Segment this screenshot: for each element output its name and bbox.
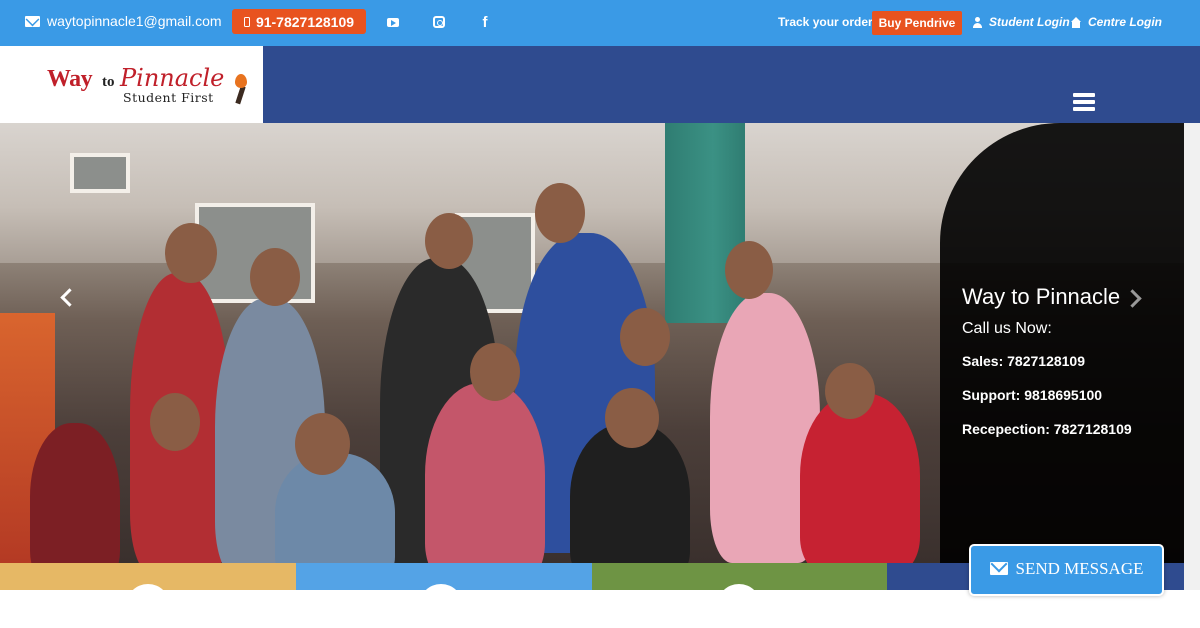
hero-support-number[interactable]: Support: 9818695100 (962, 387, 1102, 403)
mobile-phone-icon (243, 16, 250, 27)
photo-person (800, 393, 920, 563)
buy-pendrive-button[interactable]: Buy Pendrive (872, 11, 962, 35)
logo-word-pinnacle: Pinnacle (120, 64, 225, 92)
envelope-icon (989, 562, 1008, 575)
student-login-label: Student Login (989, 15, 1070, 29)
feature-circle-icon (419, 584, 463, 628)
hero-reception-number[interactable]: Recepection: 7827128109 (962, 421, 1132, 437)
feature-tile-1[interactable] (0, 563, 296, 628)
photo-face (470, 343, 520, 401)
photo-face (295, 413, 350, 475)
torch-icon (230, 74, 252, 105)
centre-login-link[interactable]: Centre Login (1070, 15, 1162, 29)
hero-title: Way to Pinnacle (962, 284, 1121, 309)
photo-face (620, 308, 670, 366)
hero-call-label: Call us Now: (962, 320, 1052, 337)
feature-tile-2[interactable] (296, 563, 592, 628)
photo-ac-unit (70, 153, 130, 193)
email-link[interactable]: waytopinnacle1@gmail.com (25, 13, 222, 29)
photo-face (605, 388, 659, 448)
photo-face (150, 393, 200, 451)
photo-face (425, 213, 473, 269)
home-icon (1070, 16, 1082, 28)
photo-face (535, 183, 585, 243)
facebook-icon[interactable]: f (476, 13, 494, 31)
centre-login-label: Centre Login (1088, 15, 1162, 29)
track-order-link[interactable]: Track your order (778, 15, 873, 29)
phone-number: 91-7827128109 (255, 13, 355, 30)
photo-face (725, 241, 773, 299)
send-message-label: SEND MESSAGE (1015, 559, 1144, 578)
phone-button[interactable]: 91-7827128109 (232, 9, 366, 34)
email-text: waytopinnacle1@gmail.com (47, 13, 222, 29)
site-logo[interactable]: Way to Pinnacle Student First (47, 64, 257, 108)
logo-word-to: to (102, 74, 115, 90)
instagram-icon[interactable] (430, 13, 448, 31)
slider-next-icon[interactable] (1128, 289, 1142, 309)
send-message-button[interactable]: SEND MESSAGE (969, 544, 1164, 596)
feature-tile-3[interactable] (592, 563, 887, 628)
student-login-link[interactable]: Student Login (972, 15, 1070, 29)
envelope-icon (25, 15, 40, 27)
hero-slider (0, 123, 1184, 563)
photo-face (825, 363, 875, 419)
hero-sales-number[interactable]: Sales: 7827128109 (962, 353, 1085, 369)
feature-circle-icon (717, 584, 761, 628)
photo-face (165, 223, 217, 283)
menu-toggle-icon[interactable] (1073, 93, 1095, 111)
user-icon (972, 16, 983, 28)
youtube-icon[interactable] (384, 13, 402, 31)
top-bar: waytopinnacle1@gmail.com 91-7827128109 f… (0, 0, 1200, 46)
photo-person (425, 383, 545, 563)
logo-word-way: Way (47, 66, 93, 92)
feature-circle-icon (126, 584, 170, 628)
photo-pillar (665, 123, 745, 323)
photo-face (250, 248, 300, 306)
page-scrollbar[interactable] (1184, 123, 1200, 590)
logo-tagline: Student First (123, 90, 214, 105)
hero-info-overlay (940, 123, 1184, 563)
slider-prev-icon[interactable] (58, 288, 72, 308)
photo-person (30, 423, 120, 563)
